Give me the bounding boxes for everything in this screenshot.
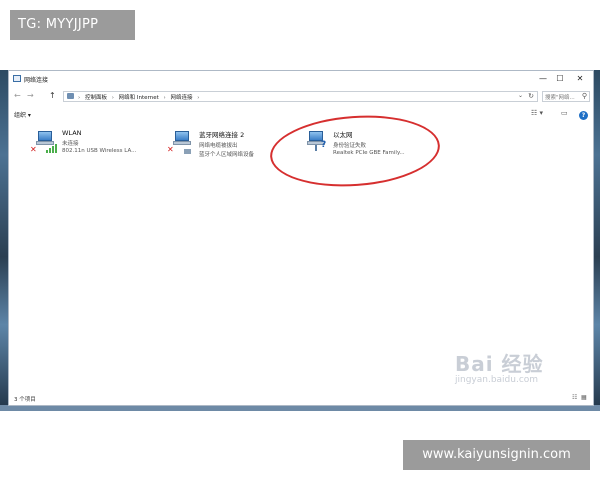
breadcrumb-control-panel[interactable]: 控制面板 (85, 95, 107, 101)
address-bar-row: ← → ↑ › 控制面板 › 网络和 Internet › 网络连接 › ⌄ ↻… (9, 88, 593, 104)
watermark-bottom-right: www.kaiyunsignin.com (403, 440, 590, 470)
breadcrumb-separator: › (78, 95, 81, 101)
baidu-logo-text: Bai 经验 (455, 352, 544, 376)
preview-pane-icon[interactable]: ▭ (561, 109, 568, 117)
view-options-icon[interactable]: ☷ ▾ (531, 109, 543, 117)
disconnected-x-icon: ✕ (30, 145, 37, 154)
address-dropdown-icon[interactable]: ⌄ (518, 92, 523, 99)
desktop-background-right (594, 70, 600, 410)
bluetooth-icon: ✕ (167, 131, 194, 155)
baidu-jingyan-watermark: Bai 经验 jingyan.baidu.com (455, 348, 544, 385)
up-arrow-icon[interactable]: ↑ (49, 90, 56, 102)
organize-button[interactable]: 组织 ▾ (14, 110, 31, 119)
back-arrow-icon[interactable]: ← (14, 90, 21, 102)
breadcrumb-network-internet[interactable]: 网络和 Internet (119, 95, 159, 101)
search-icon[interactable]: ⚲ (582, 92, 587, 100)
item-count: 3 个项目 (14, 397, 36, 403)
forward-arrow-icon[interactable]: → (27, 90, 34, 102)
connection-name: WLAN (62, 129, 82, 137)
window-title: 网络连接 (24, 77, 49, 84)
search-input[interactable]: 搜索"网络... ⚲ (542, 91, 590, 102)
watermark-top-left: TG: MYYJJPP (10, 10, 135, 40)
breadcrumb: › 控制面板 › 网络和 Internet › 网络连接 › (78, 93, 202, 101)
breadcrumb-separator: › (163, 95, 166, 101)
baidu-url-text: jingyan.baidu.com (455, 375, 539, 385)
connection-device: 802.11n USB Wireless LA... (62, 148, 137, 154)
breadcrumb-network-connections[interactable]: 网络连接 (170, 95, 192, 101)
breadcrumb-separator: › (111, 95, 114, 101)
command-toolbar: 组织 ▾ ☷ ▾ ▭ (9, 107, 593, 121)
disconnected-x-icon: ✕ (167, 145, 174, 154)
address-bar[interactable]: › 控制面板 › 网络和 Internet › 网络连接 › ⌄ ↻ (63, 91, 538, 102)
breadcrumb-separator: › (197, 95, 200, 101)
title-bar[interactable]: 网络连接 — ☐ ✕ (9, 71, 593, 87)
large-icons-view-icon[interactable]: ▦ (581, 394, 587, 401)
maximize-button[interactable]: ☐ (552, 73, 568, 85)
connection-name: 蓝牙网络连接 2 (199, 131, 245, 139)
network-folder-icon (13, 75, 21, 82)
refresh-icon[interactable]: ↻ (528, 92, 534, 100)
close-button[interactable]: ✕ (572, 73, 588, 85)
status-bar: 3 个项目 ☷ ▦ (9, 393, 593, 405)
help-icon[interactable]: ? (579, 111, 588, 120)
wifi-icon: ✕ (30, 131, 57, 155)
connection-item-wlan[interactable]: ✕ WLAN 未连接 802.11n USB Wireless LA... (30, 129, 155, 163)
connection-status: 未连接 (62, 141, 79, 147)
connection-device: 蓝牙个人区域网络设备 (199, 152, 255, 158)
signal-bars-icon (46, 143, 57, 153)
minimize-button[interactable]: — (535, 73, 551, 85)
search-placeholder: 搜索"网络... (545, 95, 575, 101)
control-panel-icon (67, 93, 74, 99)
connection-status: 网络电缆被拔出 (199, 143, 238, 149)
details-view-icon[interactable]: ☷ (572, 394, 577, 401)
